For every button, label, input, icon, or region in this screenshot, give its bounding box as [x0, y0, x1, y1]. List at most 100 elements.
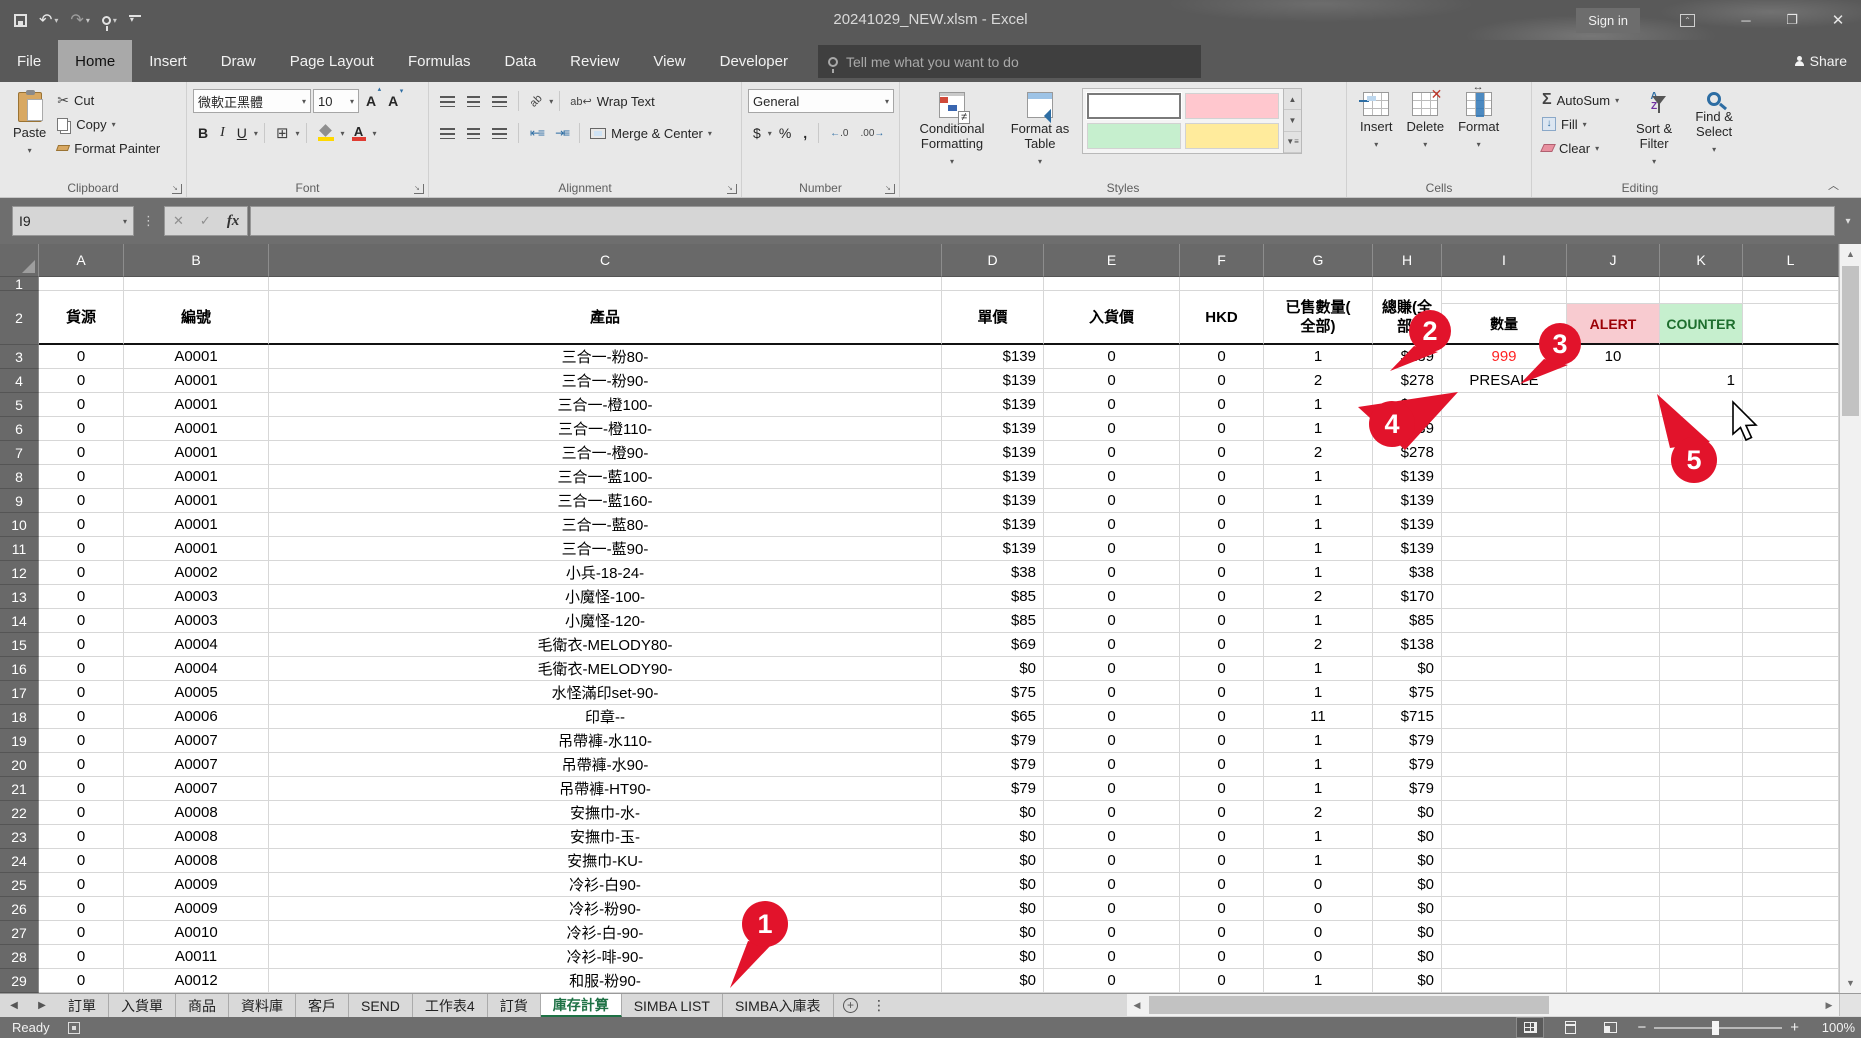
page-layout-view-button[interactable] [1557, 1018, 1583, 1037]
cell-E25[interactable]: 0 [1044, 873, 1180, 897]
cell-D4[interactable]: $139 [942, 369, 1044, 393]
cell-F4[interactable]: 0 [1180, 369, 1264, 393]
cell-H21[interactable]: $79 [1373, 777, 1442, 801]
align-top-button[interactable] [435, 89, 460, 113]
cell-K7[interactable] [1660, 441, 1743, 465]
cell-B13[interactable]: A0003 [124, 585, 269, 609]
cell-G22[interactable]: 2 [1264, 801, 1373, 825]
ribbon-display-options-button[interactable]: ⌃ [1680, 14, 1695, 27]
cell-L8[interactable] [1743, 465, 1839, 489]
cell-C7[interactable]: 三合一-橙90- [269, 441, 942, 465]
row-header-25[interactable]: 25 [0, 873, 39, 897]
align-left-button[interactable] [435, 121, 460, 145]
conditional-formatting-button[interactable]: Conditional Formatting▾ [906, 88, 998, 173]
cell-E29[interactable]: 0 [1044, 969, 1180, 993]
row-header-21[interactable]: 21 [0, 777, 39, 801]
menu-tab-draw[interactable]: Draw [204, 40, 273, 82]
row-header-5[interactable]: 5 [0, 393, 39, 417]
cell-G17[interactable]: 1 [1264, 681, 1373, 705]
row-header-20[interactable]: 20 [0, 753, 39, 777]
cell-D29[interactable]: $0 [942, 969, 1044, 993]
cell-D2[interactable]: 單價 [942, 291, 1044, 345]
row-header-26[interactable]: 26 [0, 897, 39, 921]
cell-D7[interactable]: $139 [942, 441, 1044, 465]
cell-L3[interactable] [1743, 345, 1839, 369]
horizontal-scrollbar[interactable]: ◀ ▶ [1127, 994, 1839, 1016]
copy-button[interactable]: Copy▾ [53, 112, 164, 136]
sheet-tab-more-icon[interactable]: ⋮ [868, 994, 892, 1017]
cell-B24[interactable]: A0008 [124, 849, 269, 873]
cell-D25[interactable]: $0 [942, 873, 1044, 897]
cell-E18[interactable]: 0 [1044, 705, 1180, 729]
sort-filter-button[interactable]: AZ Sort & Filter▾ [1623, 88, 1685, 173]
cell-K28[interactable] [1660, 945, 1743, 969]
cell-A21[interactable]: 0 [39, 777, 124, 801]
menu-tab-review[interactable]: Review [553, 40, 636, 82]
cell-K3[interactable] [1660, 345, 1743, 369]
cell-C16[interactable]: 毛衛衣-MELODY90- [269, 657, 942, 681]
next-sheet-icon[interactable]: ▶ [28, 994, 56, 1017]
cell-J15[interactable] [1567, 633, 1660, 657]
styles-scroll-down-icon[interactable]: ▼ [1284, 110, 1301, 131]
scroll-right-icon[interactable]: ▶ [1819, 1000, 1839, 1011]
cell-B23[interactable]: A0008 [124, 825, 269, 849]
cell-I7[interactable] [1442, 441, 1567, 465]
cell-K11[interactable] [1660, 537, 1743, 561]
font-color-dropdown-icon[interactable]: ▾ [373, 129, 377, 138]
cell-I24[interactable] [1442, 849, 1567, 873]
cell-B14[interactable]: A0003 [124, 609, 269, 633]
cell-B11[interactable]: A0001 [124, 537, 269, 561]
cell-I23[interactable] [1442, 825, 1567, 849]
cell-J21[interactable] [1567, 777, 1660, 801]
cell-K19[interactable] [1660, 729, 1743, 753]
cell-D1[interactable] [942, 277, 1044, 291]
cell-I10[interactable] [1442, 513, 1567, 537]
zoom-slider[interactable] [1654, 1027, 1782, 1029]
row-header-14[interactable]: 14 [0, 609, 39, 633]
column-header-H[interactable]: H [1373, 244, 1442, 277]
percent-style-button[interactable]: % [774, 121, 796, 145]
cell-L24[interactable] [1743, 849, 1839, 873]
cell-K26[interactable] [1660, 897, 1743, 921]
cell-A27[interactable]: 0 [39, 921, 124, 945]
cell-B25[interactable]: A0009 [124, 873, 269, 897]
cell-A19[interactable]: 0 [39, 729, 124, 753]
column-header-K[interactable]: K [1660, 244, 1743, 277]
cell-B7[interactable]: A0001 [124, 441, 269, 465]
cell-D3[interactable]: $139 [942, 345, 1044, 369]
cell-K29[interactable] [1660, 969, 1743, 993]
cell-J12[interactable] [1567, 561, 1660, 585]
cell-I19[interactable] [1442, 729, 1567, 753]
cell-A28[interactable]: 0 [39, 945, 124, 969]
cell-A24[interactable]: 0 [39, 849, 124, 873]
cell-H11[interactable]: $139 [1373, 537, 1442, 561]
cell-E12[interactable]: 0 [1044, 561, 1180, 585]
row-header-2[interactable]: 2 [0, 291, 39, 345]
cell-J26[interactable] [1567, 897, 1660, 921]
cell-L7[interactable] [1743, 441, 1839, 465]
row-header-28[interactable]: 28 [0, 945, 39, 969]
cell-L10[interactable] [1743, 513, 1839, 537]
cell-C6[interactable]: 三合一-橙110- [269, 417, 942, 441]
row-header-24[interactable]: 24 [0, 849, 39, 873]
cell-C10[interactable]: 三合一-藍80- [269, 513, 942, 537]
cell-H17[interactable]: $75 [1373, 681, 1442, 705]
cell-K23[interactable] [1660, 825, 1743, 849]
cell-L28[interactable] [1743, 945, 1839, 969]
cell-F9[interactable]: 0 [1180, 489, 1264, 513]
cut-button[interactable]: Cut [53, 88, 164, 112]
row-header-4[interactable]: 4 [0, 369, 39, 393]
cell-K17[interactable] [1660, 681, 1743, 705]
increase-decimal-button[interactable]: ←.0 [825, 121, 853, 145]
cell-A5[interactable]: 0 [39, 393, 124, 417]
row-header-17[interactable]: 17 [0, 681, 39, 705]
cell-K10[interactable] [1660, 513, 1743, 537]
cell-K18[interactable] [1660, 705, 1743, 729]
cell-F13[interactable]: 0 [1180, 585, 1264, 609]
cell-L15[interactable] [1743, 633, 1839, 657]
cell-G8[interactable]: 1 [1264, 465, 1373, 489]
column-header-J[interactable]: J [1567, 244, 1660, 277]
style-normal[interactable] [1087, 93, 1181, 119]
cell-C9[interactable]: 三合一-藍160- [269, 489, 942, 513]
cell-H1[interactable] [1373, 277, 1442, 291]
